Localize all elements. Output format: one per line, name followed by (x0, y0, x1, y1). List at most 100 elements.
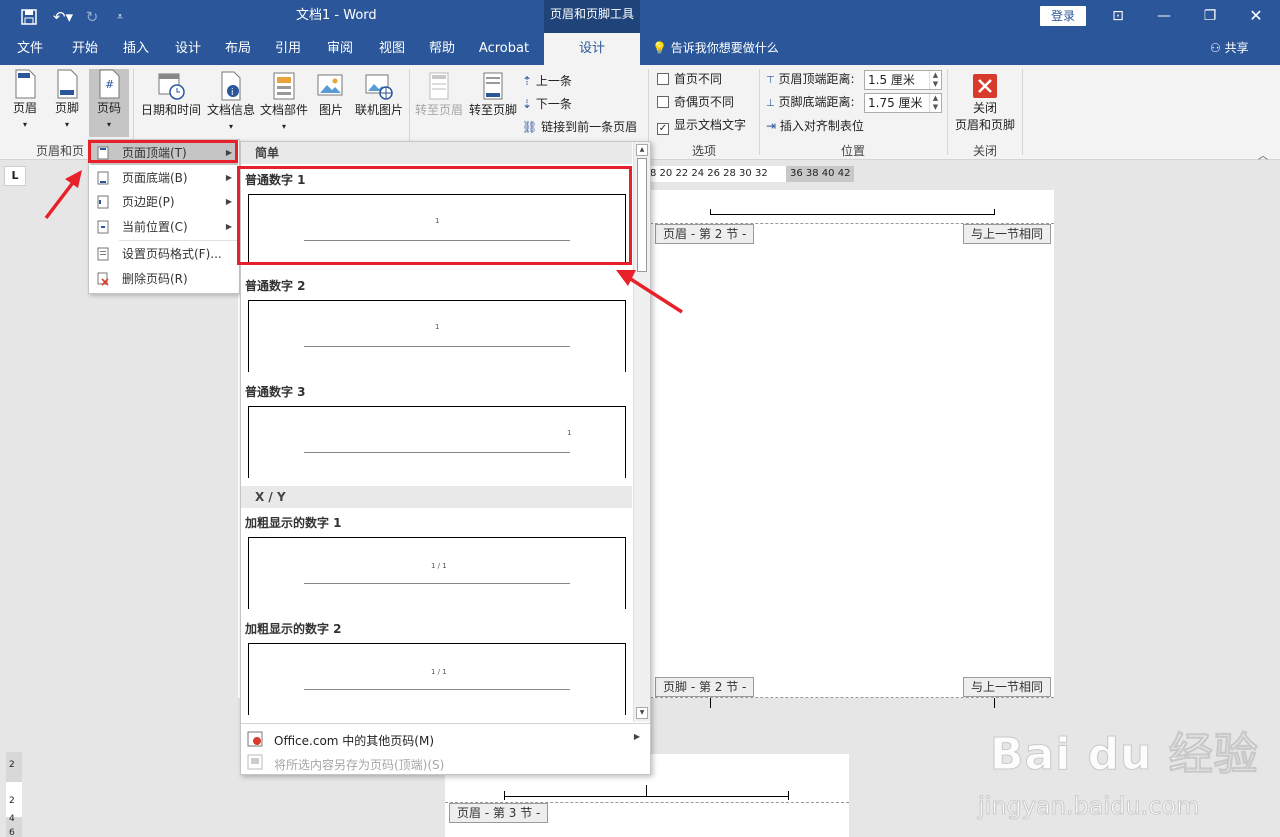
menu-label: 设置页码格式(F)... (122, 247, 222, 261)
restore-icon[interactable]: ❐ (1196, 5, 1224, 27)
header-distance-input[interactable]: 1.5 厘米 ▲ ▼ (864, 70, 942, 90)
previous-button[interactable]: ⇡ 上一条 (522, 71, 572, 91)
scroll-down-icon[interactable]: ▼ (636, 707, 648, 719)
save-icon[interactable] (18, 7, 40, 27)
context-tools-label: 页眉和页脚工具 (544, 0, 640, 33)
office-com-icon (247, 731, 263, 747)
ruler-numbers: 8 20 22 24 26 28 30 32 (648, 166, 786, 182)
spin-arrows-icon[interactable]: ▲ ▼ (929, 71, 941, 89)
horizontal-ruler[interactable]: 8 20 22 24 26 28 30 32 36 38 40 42 (648, 166, 854, 182)
tab-layout[interactable]: 布局 (216, 33, 260, 65)
vruler-number: 2 (9, 796, 15, 806)
vertical-ruler[interactable]: 2 2 4 6 (6, 752, 22, 837)
show-doc-text-checkbox[interactable]: ✓ 显示文档文字 (657, 115, 746, 135)
menu-item-remove-page-numbers[interactable]: 删除页码(R) (90, 267, 238, 291)
gallery-item-plain-number-2[interactable]: 1 (248, 300, 626, 372)
first-page-diff-checkbox[interactable]: 首页不同 (657, 69, 722, 89)
annotation-highlight-menu (88, 140, 238, 163)
thumb-page-number: 1 (435, 323, 440, 331)
tab-acrobat[interactable]: Acrobat (474, 33, 534, 65)
more-page-numbers-label: Office.com 中的其他页码(M) (274, 734, 435, 748)
customize-qat-icon[interactable]: ⩡ (112, 7, 128, 27)
menu-item-format-page-numbers[interactable]: 设置页码格式(F)... (90, 242, 238, 266)
insert-align-tab-label: 插入对齐制表位 (779, 119, 864, 133)
link-previous-button[interactable]: ⛓ 链接到前一条页眉 (522, 117, 637, 137)
footer-distance-value: 1.75 厘米 (868, 96, 923, 110)
next-label: 下一条 (535, 97, 572, 111)
header-distance-value: 1.5 厘米 (868, 73, 915, 87)
gallery-item-bold-number-1[interactable]: 1 / 1 (248, 537, 626, 609)
title-bar: ↶▾ ↻ ⩡ 文档1 - Word 页眉和页脚工具 登录 ⊡ — ❐ ✕ (0, 0, 1280, 33)
ribbon-display-icon[interactable]: ⊡ (1104, 5, 1132, 27)
tab-review[interactable]: 审阅 (318, 33, 362, 65)
more-page-numbers-office[interactable]: Office.com 中的其他页码(M) (274, 732, 434, 749)
gallery-item-bold-number-2[interactable]: 1 / 1 (248, 643, 626, 715)
header-section-3-tag: 页眉 - 第 3 节 - (449, 803, 549, 823)
tab-insert[interactable]: 插入 (114, 33, 158, 65)
checkbox-unchecked[interactable] (657, 96, 669, 108)
same-as-previous-tag: 与上一节相同 (963, 224, 1052, 244)
page-number-button[interactable]: # 页码 ▾ (89, 69, 129, 137)
header-label: 页眉 (12, 101, 37, 115)
page-margin-icon (97, 195, 109, 209)
scroll-up-icon[interactable]: ▲ (636, 144, 648, 156)
checkbox-unchecked[interactable] (657, 73, 669, 85)
tab-design[interactable]: 设计 (166, 33, 210, 65)
thumb-line (304, 583, 570, 584)
header-section-2-tag: 页眉 - 第 2 节 - (655, 224, 755, 244)
previous-label: 上一条 (535, 74, 572, 88)
odd-even-diff-checkbox[interactable]: 奇偶页不同 (657, 92, 734, 112)
gallery-scrollbar[interactable]: ▲ ▼ (633, 142, 650, 722)
picture-button[interactable]: 图片 (312, 71, 350, 131)
annotation-arrow (44, 170, 82, 220)
menu-item-current-position[interactable]: 当前位置(C) ▶ (90, 215, 238, 239)
checkbox-checked[interactable]: ✓ (657, 123, 669, 135)
thumb-line (304, 452, 570, 453)
tab-file[interactable]: 文件 (8, 33, 52, 65)
gallery-item-title: 普通数字 2 (245, 279, 306, 293)
footer-distance-input[interactable]: 1.75 厘米 ▲ ▼ (864, 93, 942, 113)
scroll-thumb[interactable] (637, 158, 647, 272)
tab-selector[interactable]: L (4, 166, 26, 186)
page-number-icon: # (99, 69, 120, 99)
menu-item-page-margins[interactable]: 页边距(P) ▶ (90, 190, 238, 214)
menu-item-bottom-of-page[interactable]: 页面底端(B) ▶ (90, 166, 238, 190)
group-position-label: 位置 (840, 144, 865, 158)
close-label-line2: 页眉和页脚 (954, 118, 1015, 132)
tab-view[interactable]: 视图 (370, 33, 414, 65)
datetime-button[interactable]: 日期和时间 (138, 71, 204, 131)
insert-align-tab-button[interactable]: ⇥ 插入对齐制表位 (766, 116, 864, 136)
footer-distance-text: 页脚底端距离: (778, 95, 855, 109)
header-button[interactable]: 页眉 ▾ (6, 69, 44, 133)
tell-me-search[interactable]: 💡 告诉我你想要做什么 (652, 33, 779, 65)
gallery-category-simple: 简单 (241, 142, 632, 164)
collapse-ribbon-icon[interactable]: ︿ (1258, 147, 1268, 162)
next-button[interactable]: ⇣ 下一条 (522, 94, 572, 114)
online-picture-button[interactable]: 联机图片 (352, 71, 406, 131)
close-header-footer-button[interactable]: 关闭 页眉和页脚 (952, 73, 1018, 139)
quickparts-button[interactable]: 文档部件 ▾ (258, 71, 310, 139)
tab-references[interactable]: 引用 (266, 33, 310, 65)
tab-home[interactable]: 开始 (62, 33, 108, 65)
tab-hf-design[interactable]: 设计 (544, 33, 640, 65)
save-selection-to-gallery: 将所选内容另存为页码(顶端)(S) (274, 756, 444, 773)
picture-icon (317, 74, 343, 96)
watermark-url-text: jingyan.baidu.com (977, 792, 1200, 821)
share-button[interactable]: ⚇ 共享 (1210, 33, 1249, 65)
login-button[interactable]: 登录 (1040, 6, 1086, 26)
watermark-main-text: Bai du 经验 (990, 729, 1259, 781)
goto-header-button: 转至页眉 (412, 71, 466, 131)
goto-footer-button[interactable]: 转至页脚 (466, 71, 520, 131)
undo-icon[interactable]: ↶▾ (48, 7, 78, 27)
spin-arrows-icon[interactable]: ▲ ▼ (929, 94, 941, 112)
minimize-icon[interactable]: — (1150, 5, 1178, 27)
menu-separator (119, 240, 237, 241)
tab-help[interactable]: 帮助 (418, 33, 466, 65)
docinfo-button[interactable]: i 文档信息 ▾ (205, 71, 257, 139)
close-window-icon[interactable]: ✕ (1242, 5, 1270, 27)
submenu-arrow-icon: ▶ (633, 732, 640, 741)
margin-tick (710, 698, 711, 708)
footer-button[interactable]: 页脚 ▾ (48, 69, 86, 133)
submenu-arrow-icon: ▶ (225, 197, 232, 206)
gallery-item-plain-number-3[interactable]: 1 (248, 406, 626, 478)
